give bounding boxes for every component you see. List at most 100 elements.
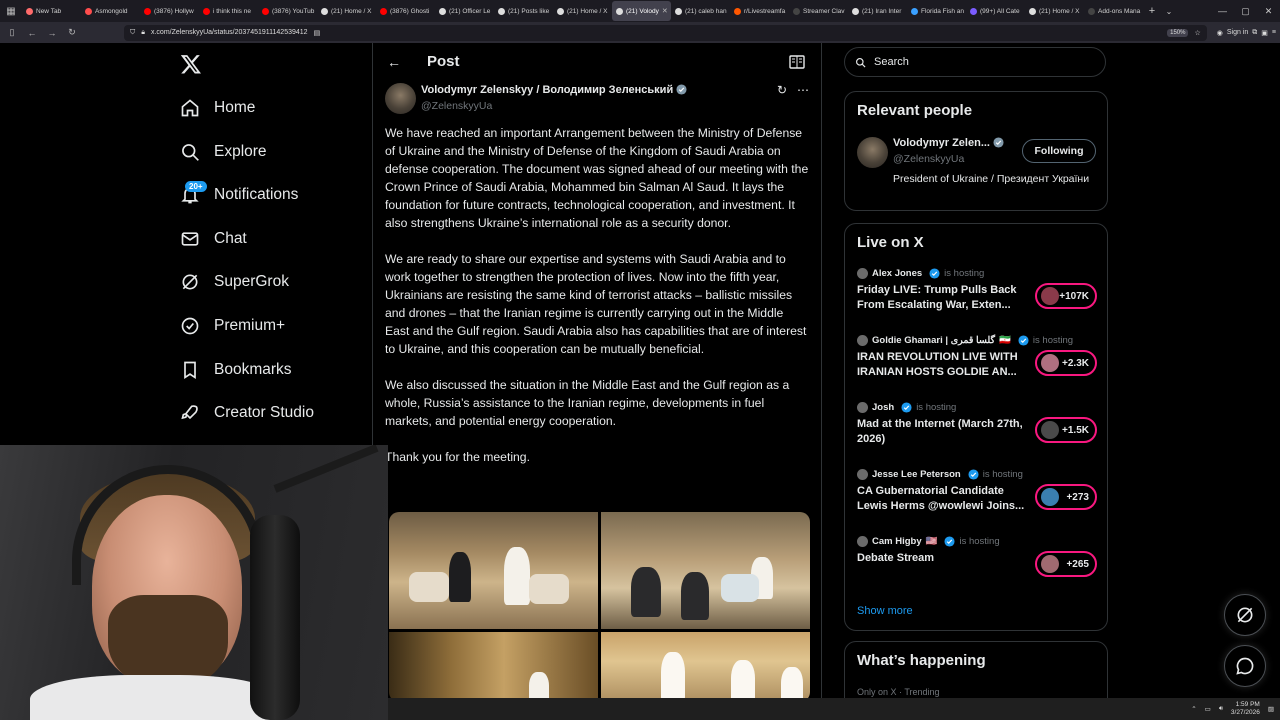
browser-tab[interactable]: (3876) Hollyw [140, 1, 199, 21]
browser-tab[interactable]: i think this ne [199, 1, 258, 21]
person-name-row[interactable]: Volodymyr Zelen... [893, 137, 1004, 149]
live-item[interactable]: Alex Jones is hosting Friday LIVE: Trump… [857, 268, 1097, 313]
tab-close-icon[interactable]: ✕ [662, 7, 668, 15]
sidebar-item-explore[interactable]: Explore [180, 137, 267, 167]
grok-explain-icon[interactable]: ↻ [777, 83, 787, 97]
network-icon[interactable]: ▭ [1205, 705, 1211, 713]
notification-center-icon[interactable]: ▨ [1268, 705, 1274, 713]
hosting-label: is hosting [916, 402, 957, 413]
sidebar-item-home[interactable]: Home [180, 93, 255, 123]
browser-tab[interactable]: (21) Home / X [317, 1, 376, 21]
author-name-row[interactable]: Volodymyr Zelenskyy / Володимир Зеленськ… [421, 84, 687, 96]
avatar[interactable] [857, 137, 888, 168]
listener-count[interactable]: +265 [1035, 551, 1097, 577]
avatar[interactable] [385, 83, 416, 114]
browser-tab[interactable]: (21) Iran Inter [848, 1, 907, 21]
mail-icon [181, 232, 199, 246]
person-handle[interactable]: @ZelenskyyUa [893, 153, 964, 165]
browser-tab[interactable]: (21) Posts like [494, 1, 553, 21]
tab-label: (21) Home / X [1039, 7, 1080, 15]
browser-tab[interactable]: Streamer Clav [789, 1, 848, 21]
sidebar-item-notifications[interactable]: 20+ Notifications [180, 180, 298, 210]
lock-icon[interactable]: 🔒︎ [141, 29, 145, 37]
browser-tab[interactable]: (21) Officer Le [435, 1, 494, 21]
system-clock[interactable]: 1:59 PM 3/27/2026 [1231, 701, 1260, 717]
author-name[interactable]: Volodymyr Zelenskyy / Володимир Зеленськ… [421, 84, 673, 96]
browser-tab[interactable]: New Tab [22, 1, 81, 21]
more-options-icon[interactable]: ⋯ [797, 83, 809, 97]
messages-button[interactable] [1224, 645, 1266, 687]
listener-count[interactable]: +107K [1035, 283, 1097, 309]
sidebar-item-supergrok[interactable]: SuperGrok [180, 267, 289, 297]
tab-list-icon[interactable]: ▦ [0, 0, 22, 22]
browser-tab[interactable]: (21) Volody ✕ [612, 1, 671, 21]
author-handle[interactable]: @ZelenskyyUa [421, 100, 492, 112]
browser-tab[interactable]: Asmongold [81, 1, 140, 21]
following-button[interactable]: Following [1022, 139, 1096, 163]
zoom-level[interactable]: 150% [1167, 28, 1189, 37]
live-host-row: Josh is hosting [857, 402, 1097, 413]
sidebar-toggle-icon[interactable]: ▯ [4, 25, 20, 41]
extension-icon[interactable]: ▣ [1261, 29, 1268, 37]
show-more-link[interactable]: Show more [857, 605, 913, 617]
tab-label: (3876) Ghosti [390, 7, 430, 15]
list-all-tabs-button[interactable]: ⌄ [1161, 7, 1177, 16]
browser-tab-bar: ▦ New Tab Asmongold (3876) Hollyw i think t… [0, 0, 1280, 22]
shield-icon[interactable]: ⛉ [130, 29, 135, 37]
post-photo[interactable] [389, 632, 598, 702]
back-icon[interactable]: ← [24, 25, 40, 41]
panel-title: What’s happening [857, 652, 986, 669]
sign-in-button[interactable]: Sign in [1227, 29, 1248, 36]
listener-avatar [1041, 354, 1059, 372]
live-item[interactable]: Josh is hosting Mad at the Internet (Mar… [857, 402, 1097, 447]
app-menu-icon[interactable]: ≡ [1272, 29, 1276, 36]
volume-icon[interactable]: 🔊︎ [1219, 705, 1223, 713]
browser-tab[interactable]: (3876) YouTub [258, 1, 317, 21]
live-item[interactable]: Cam Higby 🇺🇸 is hosting Debate Stream +2… [857, 536, 1097, 577]
maximize-button[interactable]: ▢ [1234, 0, 1257, 22]
tab-label: (21) Volody [626, 7, 659, 15]
listener-count[interactable]: +273 [1035, 484, 1097, 510]
sidebar-item-premium[interactable]: Premium+ [180, 311, 285, 341]
x-logo-icon[interactable] [180, 53, 202, 75]
post-photo[interactable] [601, 632, 810, 702]
browser-tab[interactable]: (21) Home / X [1025, 1, 1084, 21]
browser-tab[interactable]: (21) Home / X [553, 1, 612, 21]
verified-icon [1018, 335, 1029, 346]
browser-tab[interactable]: r/Livestreamfa [730, 1, 789, 21]
reload-icon[interactable]: ↻ [64, 25, 80, 41]
reader-mode-icon[interactable] [789, 55, 805, 69]
browser-tab[interactable]: Add-ons Mana [1084, 1, 1143, 21]
browser-tab[interactable]: (99+) All Cate [966, 1, 1025, 21]
live-item[interactable]: Jesse Lee Peterson is hosting CA Guberna… [857, 469, 1097, 514]
sidebar-item-bookmarks[interactable]: Bookmarks [180, 355, 292, 385]
listener-count[interactable]: +2.3K [1035, 350, 1097, 376]
post-photo[interactable] [389, 512, 598, 629]
account-icon[interactable]: ◉ [1217, 29, 1223, 37]
back-arrow-icon[interactable]: ← [387, 54, 401, 70]
search-input[interactable]: Search [844, 47, 1106, 77]
post-photo[interactable] [601, 512, 810, 629]
grok-button[interactable] [1224, 594, 1266, 636]
forward-icon[interactable]: → [44, 25, 60, 41]
url-bar[interactable]: ⛉ 🔒︎ x.com/ZelenskyyUa/status/2037451911… [124, 24, 1207, 41]
sidebar-item-label: Explore [214, 143, 267, 160]
person-name[interactable]: Volodymyr Zelen... [893, 137, 990, 149]
tab-label: (3876) Hollyw [154, 7, 194, 15]
new-tab-button[interactable]: + [1143, 5, 1161, 17]
extensions-icon[interactable]: ⧉ [1252, 29, 1257, 37]
minimize-button[interactable]: — [1211, 0, 1234, 22]
browser-tab[interactable]: (21) caleb han [671, 1, 730, 21]
reader-view-icon[interactable]: ▤ [314, 29, 321, 37]
browser-tab[interactable]: Florida Fish an [907, 1, 966, 21]
listener-count[interactable]: +1.5K [1035, 417, 1097, 443]
tab-label: (21) Home / X [567, 7, 608, 15]
sidebar-item-chat[interactable]: Chat [180, 224, 247, 254]
close-window-button[interactable]: ✕ [1257, 0, 1280, 22]
sidebar-item-creator-studio[interactable]: Creator Studio [180, 398, 314, 428]
live-item[interactable]: Goldie Ghamari | گلسا قمری 🇮🇷 is hosting… [857, 335, 1097, 380]
tray-chevron-icon[interactable]: ⌃ [1191, 705, 1196, 713]
home-icon [181, 99, 199, 117]
bookmark-star-icon[interactable]: ☆ [1194, 29, 1200, 37]
browser-tab[interactable]: (3876) Ghosti [376, 1, 435, 21]
